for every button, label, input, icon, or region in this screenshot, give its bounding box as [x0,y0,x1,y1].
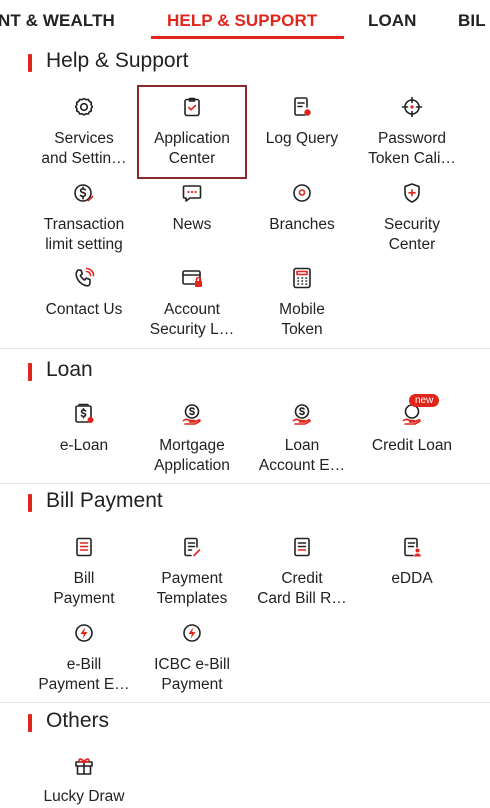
clipboard-check-icon [180,95,204,119]
section-title: Others [46,709,110,732]
tab-bill[interactable]: BIL [458,11,486,31]
e-bill-icon [72,621,96,645]
menu-item-label: Password Token Cali… [368,130,456,167]
section-divider [0,348,490,349]
menu-item-label: News [172,216,212,233]
keypad-token-icon [290,266,314,290]
section-marker [28,363,32,381]
section-divider [0,702,490,703]
section-header-bill-payment: Bill Payment [0,487,490,517]
menu-item-label: e-Loan [59,437,109,454]
gear-icon [72,95,96,119]
menu-item-label: Log Query [265,130,339,147]
section-marker [28,714,32,732]
card-bill-icon [290,535,314,559]
section-divider [0,483,490,484]
shield-plus-icon [400,181,424,205]
phone-icon [72,266,96,290]
loan-account-icon [290,402,314,426]
menu-item-label: Lucky Draw [43,788,125,805]
menu-item-label: ICBC e-Bill Payment [154,656,230,693]
menu-item-label: Bill Payment [53,570,115,607]
menu-item-label: Security Center [384,216,440,253]
menu-item-label: Credit Loan [371,437,453,454]
section-title: Bill Payment [46,489,163,512]
tab-help-support[interactable]: HELP & SUPPORT [167,11,317,31]
menu-item-label: Transaction limit setting [43,216,125,253]
menu-item-label: Mortgage Application [154,437,230,474]
location-pin-icon [290,181,314,205]
menu-item-label: Contact Us [45,301,123,318]
edda-icon [400,535,424,559]
template-edit-icon [180,535,204,559]
section-title: Loan [46,358,93,381]
section-title: Help & Support [46,49,189,72]
section-marker [28,54,32,72]
menu-item-label: Loan Account E… [258,437,346,474]
menu-item-label: Credit Card Bill R… [257,570,347,607]
menu-item-label: e-Bill Payment E… [38,656,130,693]
mortgage-icon [180,402,204,426]
money-limit-icon [72,181,96,205]
icbc-e-bill-icon [180,621,204,645]
menu-item-label: Services and Settin… [41,130,127,167]
document-search-icon [290,95,314,119]
gift-icon [72,753,96,777]
menu-item-label: Branches [269,216,335,233]
crosshair-icon [400,95,424,119]
tab-loan[interactable]: LOAN [368,11,417,31]
active-tab-indicator [151,36,344,39]
menu-item-label: Payment Templates [156,570,228,607]
menu-item-label: Account Security L… [149,301,235,338]
section-header-others: Others [0,707,490,737]
menu-item-label: eDDA [391,570,433,587]
bill-icon [72,535,96,559]
section-header-loan: Loan [0,356,490,386]
menu-item-label: Mobile Token [279,301,325,338]
chat-bubble-icon [180,181,204,205]
menu-item-label: Application Center [154,130,230,167]
new-badge: new [409,394,440,407]
card-lock-icon [180,266,204,290]
tab-account-wealth[interactable]: NT & WEALTH [0,11,115,31]
e-loan-icon [72,402,96,426]
top-tab-bar: NT & WEALTH HELP & SUPPORT LOAN BIL [0,0,490,42]
section-marker [28,494,32,512]
section-header-help: Help & Support [0,47,490,77]
